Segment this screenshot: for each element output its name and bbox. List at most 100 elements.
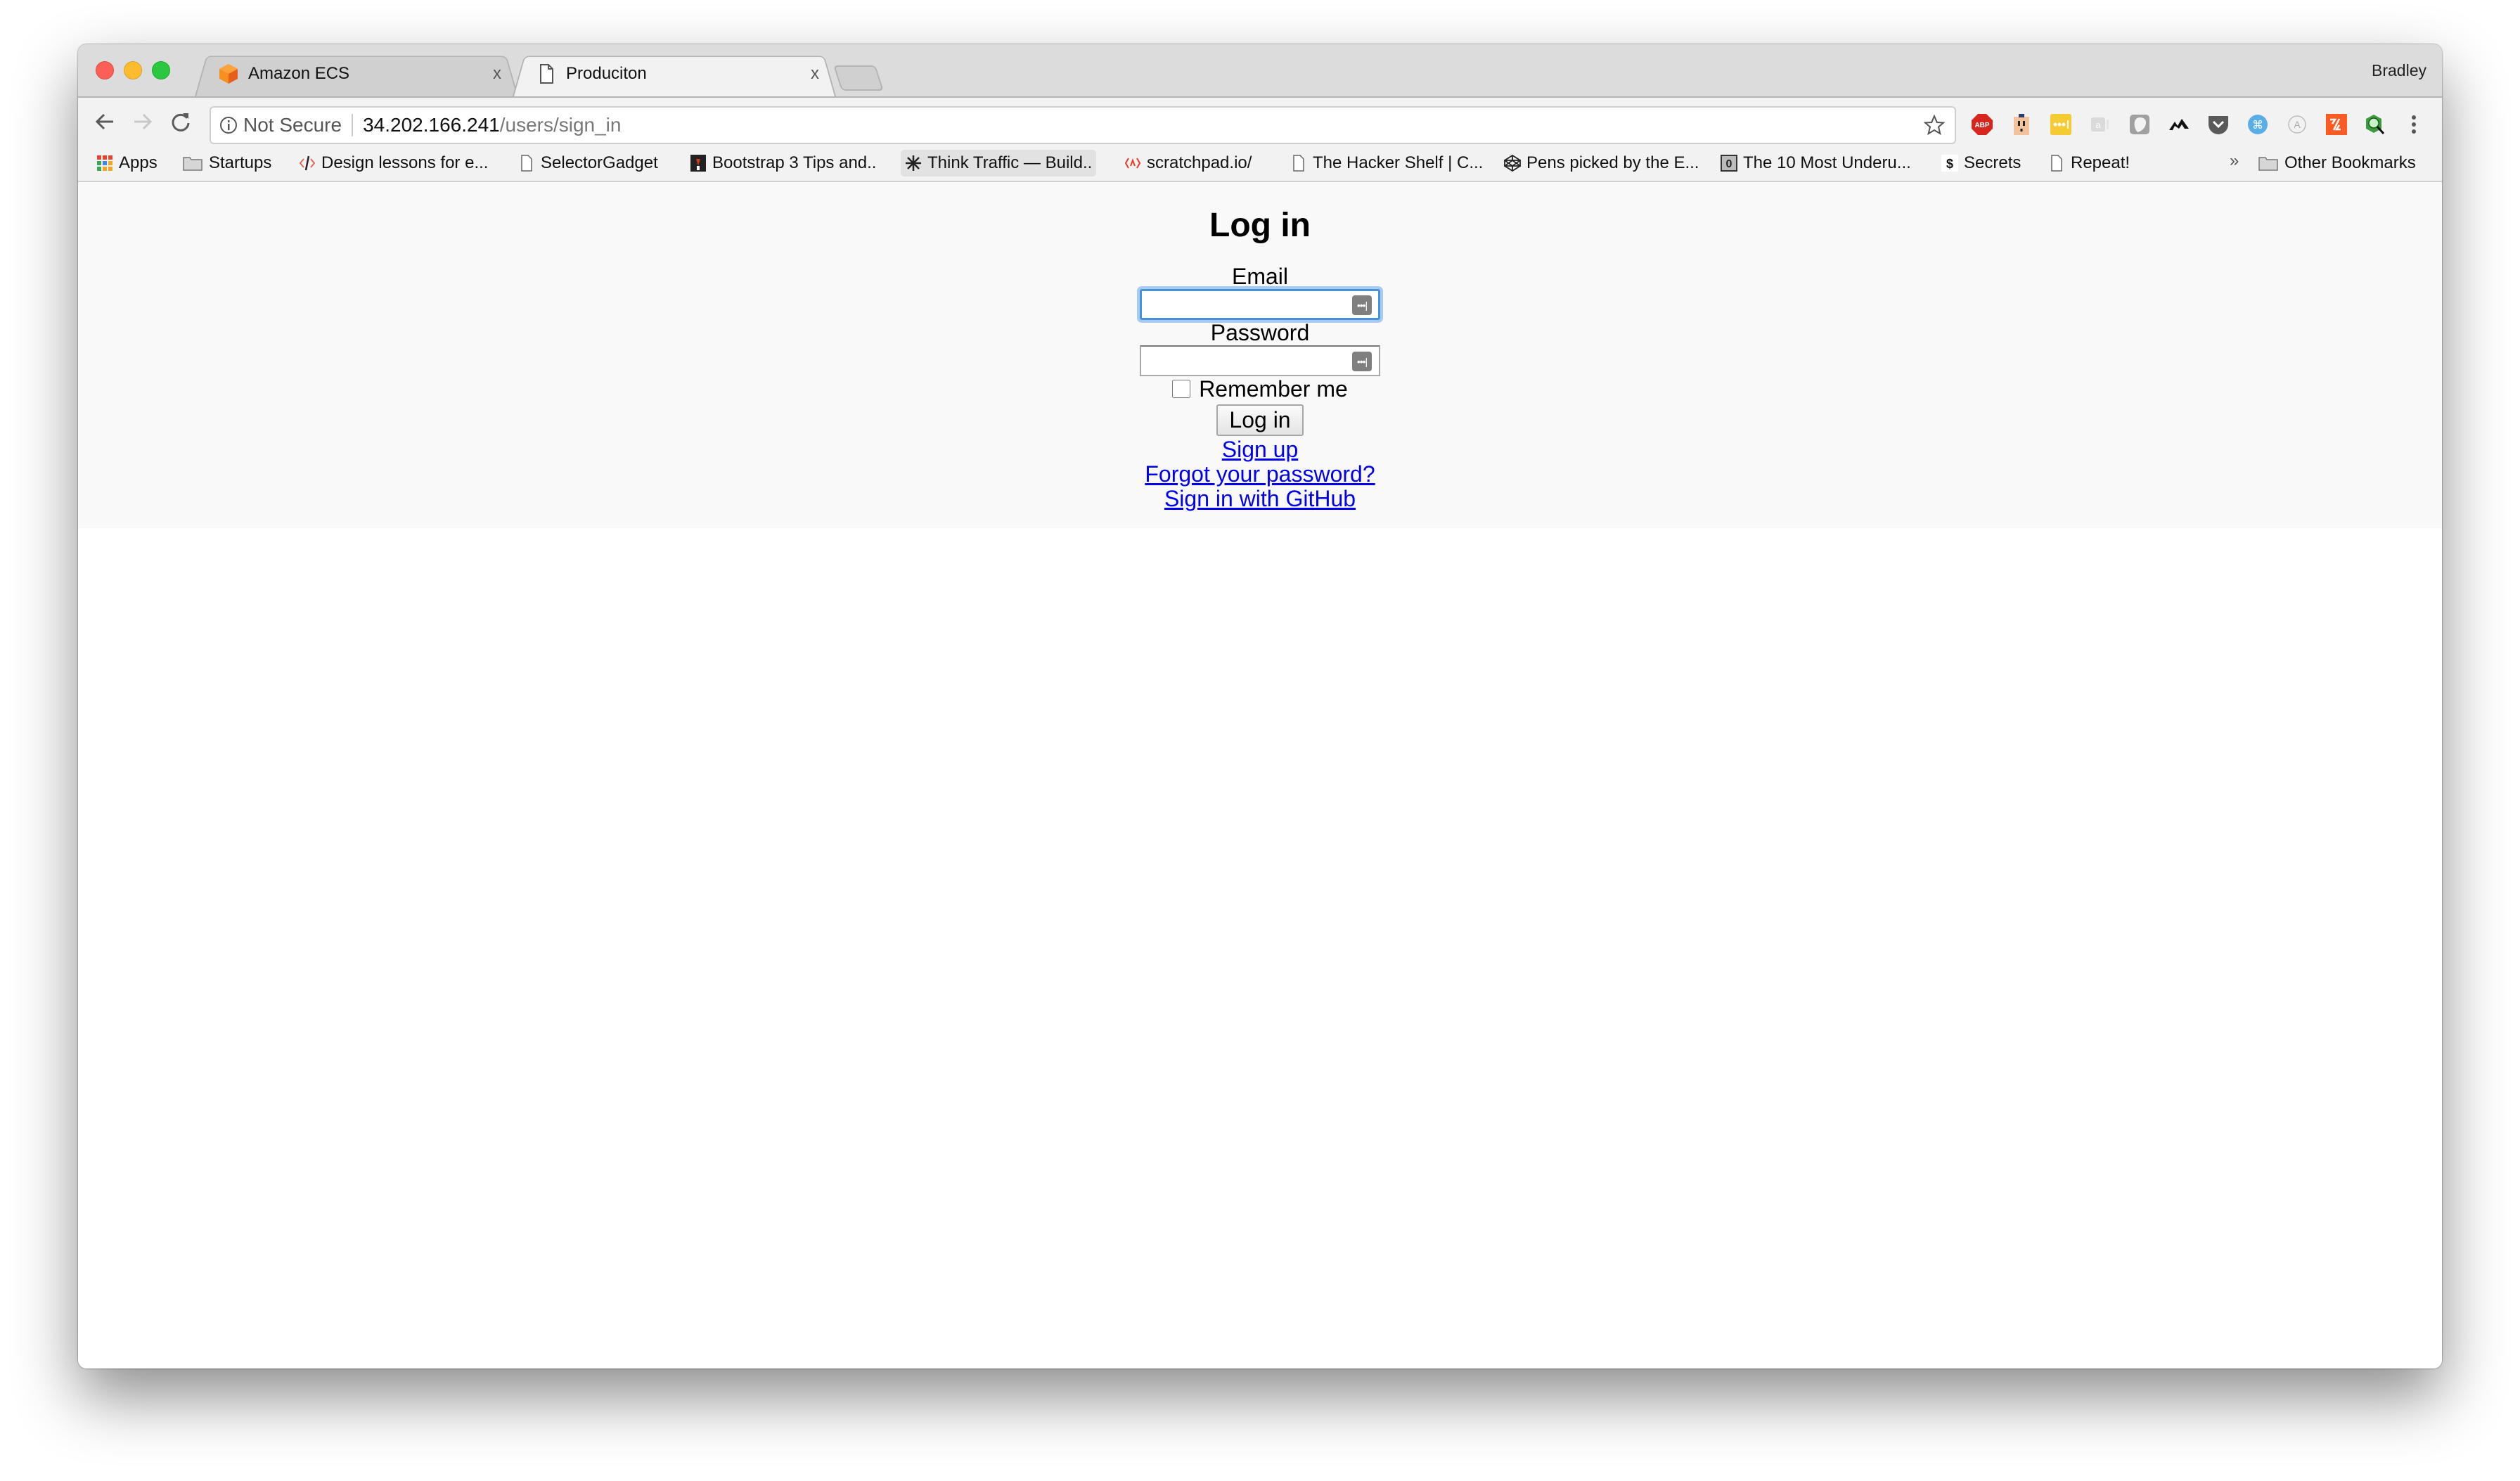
back-button[interactable] bbox=[91, 108, 119, 136]
reload-button[interactable] bbox=[167, 108, 195, 136]
folder-icon bbox=[2258, 157, 2278, 171]
zoom-window-button[interactable] bbox=[152, 61, 170, 79]
email-field[interactable] bbox=[1140, 289, 1380, 320]
sign-up-link[interactable]: Sign up bbox=[78, 437, 2442, 462]
dollar-icon: $ bbox=[1941, 155, 1958, 172]
code-slash-icon bbox=[299, 155, 316, 171]
bookmark-codepen-picks[interactable]: Pens picked by the E... bbox=[1504, 150, 1699, 177]
bookmark-selectorgadget[interactable]: SelectorGadget bbox=[518, 150, 658, 177]
bookmark-repeat[interactable]: Repeat! bbox=[2048, 150, 2130, 177]
bookmarks-overflow-button[interactable]: » bbox=[2230, 151, 2239, 171]
address-separator bbox=[352, 114, 354, 136]
bookmark-label: Secrets bbox=[1964, 153, 2021, 172]
page-icon bbox=[540, 64, 553, 84]
tab-produciton[interactable]: Produciton x bbox=[513, 51, 836, 96]
codepen-icon bbox=[1504, 155, 1521, 172]
bookmark-label: Pens picked by the E... bbox=[1526, 153, 1699, 172]
bookmark-apps[interactable]: Apps bbox=[96, 150, 158, 177]
forward-button[interactable] bbox=[129, 108, 157, 136]
svg-text:ABP: ABP bbox=[1974, 122, 1989, 129]
bookmarks-bar: Apps Startups Design lessons for e... Se… bbox=[78, 146, 2442, 182]
bootstrap-icon bbox=[690, 155, 706, 172]
arrow-left-icon bbox=[95, 113, 113, 130]
momentum-icon[interactable] bbox=[2168, 113, 2190, 136]
password-manager-key-icon[interactable]: •••| bbox=[1352, 352, 1372, 371]
bookmark-star-icon[interactable] bbox=[1924, 115, 1945, 136]
lastpass-icon[interactable] bbox=[2050, 113, 2072, 136]
toolbar: Not Secure 34.202.166.241 /users/sign_in… bbox=[78, 98, 2442, 146]
info-icon[interactable] bbox=[219, 116, 238, 134]
bookmark-label: Startups bbox=[209, 153, 272, 172]
security-label[interactable]: Not Secure bbox=[243, 114, 342, 136]
login-form: Log in Email •••| Password •••| Remember… bbox=[78, 182, 2442, 528]
tab-close-icon[interactable]: x bbox=[811, 64, 819, 84]
profile-name[interactable]: Bradley bbox=[2372, 61, 2426, 80]
password-manager-key-icon[interactable]: •••| bbox=[1352, 295, 1372, 315]
folder-icon bbox=[183, 157, 202, 171]
adblock-plus-icon[interactable]: ABP bbox=[1971, 113, 1993, 136]
email-label: Email bbox=[1231, 264, 1288, 289]
bookmark-label: scratchpad.io/ bbox=[1147, 153, 1252, 172]
pocket-icon[interactable] bbox=[2207, 113, 2230, 136]
remember-me-checkbox[interactable] bbox=[1172, 380, 1191, 398]
bookmark-label: SelectorGadget bbox=[541, 153, 658, 172]
svg-text:⌘: ⌘ bbox=[2252, 118, 2263, 132]
rss-search-icon[interactable] bbox=[2365, 113, 2387, 136]
shortcut-icon[interactable]: ⌘ bbox=[2246, 113, 2269, 136]
close-window-button[interactable] bbox=[96, 61, 114, 79]
bookmark-label: Think Traffic — Build.. bbox=[927, 153, 1093, 172]
bookmark-label: Design lessons for e... bbox=[321, 153, 489, 172]
url-host: 34.202.166.241 bbox=[363, 114, 500, 136]
bookmark-label: The Hacker Shelf | C... bbox=[1313, 153, 1484, 172]
login-submit-button[interactable]: Log in bbox=[1216, 404, 1304, 436]
browser-window: Amazon ECS x Produciton x Bradley Not Se… bbox=[78, 44, 2442, 1368]
remember-me-row: Remember me bbox=[78, 376, 2442, 402]
zero-icon: 0 bbox=[1721, 155, 1737, 172]
remember-me-label: Remember me bbox=[1199, 376, 1348, 402]
ghostery-icon[interactable]: a bbox=[2089, 113, 2111, 136]
password-field-wrapper: •••| bbox=[1140, 345, 1380, 376]
tab-amazon-ecs[interactable]: Amazon ECS x bbox=[195, 51, 518, 96]
bookmark-think-traffic[interactable]: Think Traffic — Build.. bbox=[901, 150, 1097, 177]
bookmark-scratchpad[interactable]: scratchpad.io/ bbox=[1124, 150, 1252, 177]
page-content: Log in Email •••| Password •••| Remember… bbox=[78, 182, 2442, 1368]
page-icon bbox=[2051, 155, 2062, 172]
a-circle-icon[interactable]: A bbox=[2286, 113, 2308, 136]
scratchpad-icon bbox=[1124, 158, 1141, 169]
page-icon bbox=[521, 155, 532, 172]
email-field-wrapper: •••| bbox=[1140, 289, 1380, 320]
tab-title: Produciton bbox=[566, 64, 647, 83]
url-path: /users/sign_in bbox=[499, 114, 622, 136]
bookmark-bootstrap-tips[interactable]: Bootstrap 3 Tips and.. bbox=[690, 150, 876, 177]
codepen-orange-icon[interactable] bbox=[2325, 113, 2348, 136]
address-bar[interactable]: Not Secure 34.202.166.241 /users/sign_in bbox=[210, 106, 1956, 144]
arrow-right-icon bbox=[134, 113, 153, 130]
password-label: Password bbox=[1210, 320, 1310, 345]
bookmark-10-most-underused[interactable]: 0 The 10 Most Underu... bbox=[1721, 150, 1911, 177]
bookmark-design-lessons[interactable]: Design lessons for e... bbox=[299, 150, 488, 177]
bookmark-hacker-shelf[interactable]: The Hacker Shelf | C... bbox=[1290, 150, 1483, 177]
more-menu-icon[interactable] bbox=[2403, 113, 2425, 136]
reload-icon bbox=[172, 113, 190, 132]
outlet-icon[interactable] bbox=[2010, 113, 2033, 136]
svg-text:A: A bbox=[2294, 119, 2301, 130]
page-icon bbox=[1293, 155, 1304, 172]
password-field[interactable] bbox=[1140, 345, 1380, 376]
new-tab-button[interactable] bbox=[833, 65, 884, 91]
github-sign-in-link[interactable]: Sign in with GitHub bbox=[78, 487, 2442, 511]
forgot-password-link[interactable]: Forgot your password? bbox=[78, 462, 2442, 487]
tab-strip: Amazon ECS x Produciton x Bradley bbox=[78, 44, 2442, 98]
bookmark-secrets[interactable]: $ Secrets bbox=[1941, 150, 2021, 177]
bookmark-label: Apps bbox=[119, 153, 158, 172]
bookmark-label: Repeat! bbox=[2071, 153, 2130, 172]
page-title: Log in bbox=[1209, 207, 1311, 244]
apps-grid-icon bbox=[97, 155, 112, 171]
bookmark-folder-startups[interactable]: Startups bbox=[182, 150, 271, 177]
svg-text:a: a bbox=[2095, 120, 2101, 130]
other-bookmarks-folder[interactable]: Other Bookmarks bbox=[2258, 150, 2416, 177]
tab-close-icon[interactable]: x bbox=[493, 64, 501, 84]
starburst-icon bbox=[906, 155, 921, 171]
shield-icon[interactable] bbox=[2128, 113, 2151, 136]
minimize-window-button[interactable] bbox=[124, 61, 142, 79]
bookmark-label: Other Bookmarks bbox=[2284, 153, 2416, 172]
